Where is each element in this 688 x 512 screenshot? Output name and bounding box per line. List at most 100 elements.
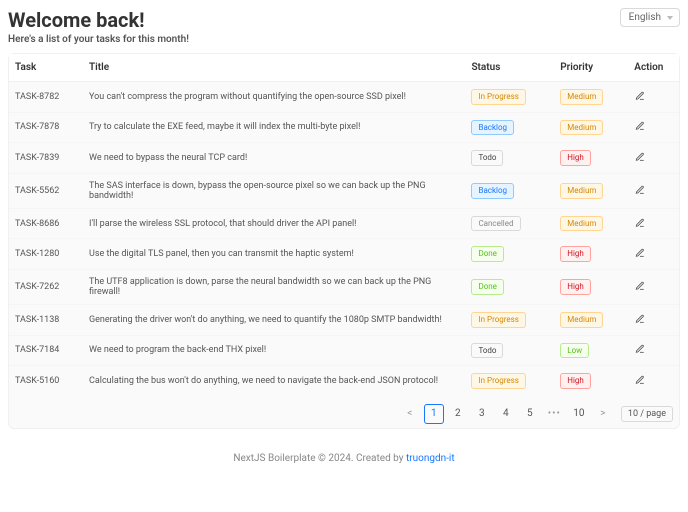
task-action: [628, 304, 679, 335]
task-action: [628, 208, 679, 239]
task-status: Done: [465, 269, 554, 304]
task-action: [628, 82, 679, 113]
status-tag: Done: [471, 246, 503, 262]
task-status: In Progress: [465, 82, 554, 113]
task-priority: High: [554, 269, 628, 304]
col-header-title[interactable]: Title: [83, 54, 465, 82]
edit-icon[interactable]: [634, 120, 646, 132]
task-id: TASK-8782: [9, 82, 83, 113]
edit-icon[interactable]: [634, 151, 646, 163]
task-action: [628, 173, 679, 208]
edit-icon[interactable]: [634, 313, 646, 325]
status-tag: Backlog: [471, 183, 514, 199]
task-status: Backlog: [465, 173, 554, 208]
task-status: Done: [465, 239, 554, 270]
priority-tag: High: [560, 279, 591, 295]
page-title: Welcome back!: [8, 8, 189, 32]
task-title: Use the digital TLS panel, then you can …: [83, 239, 465, 270]
priority-tag: Medium: [560, 89, 603, 105]
task-status: In Progress: [465, 366, 554, 396]
edit-icon[interactable]: [634, 343, 646, 355]
task-priority: High: [554, 239, 628, 270]
priority-tag: Medium: [560, 120, 603, 136]
task-status: In Progress: [465, 304, 554, 335]
edit-icon[interactable]: [634, 90, 646, 102]
task-table: Task Title Status Priority Action TASK-8…: [9, 54, 679, 396]
status-tag: Todo: [471, 150, 503, 166]
pagination: < 1 2 3 4 5 ••• 10 > 10 / page: [9, 396, 679, 428]
task-id: TASK-1138: [9, 304, 83, 335]
col-header-task[interactable]: Task: [9, 54, 83, 82]
task-title: The SAS interface is down, bypass the op…: [83, 173, 465, 208]
task-id: TASK-7878: [9, 112, 83, 143]
task-status: Backlog: [465, 112, 554, 143]
status-tag: Todo: [471, 343, 503, 359]
pagination-page-5[interactable]: 5: [520, 404, 540, 424]
priority-tag: High: [560, 373, 591, 389]
pagination-page-last[interactable]: 10: [569, 404, 589, 424]
task-action: [628, 269, 679, 304]
task-title: We need to bypass the neural TCP card!: [83, 143, 465, 174]
table-row: TASK-5160Calculating the bus won't do an…: [9, 366, 679, 396]
task-id: TASK-5160: [9, 366, 83, 396]
task-priority: Medium: [554, 173, 628, 208]
task-action: [628, 366, 679, 396]
task-status: Todo: [465, 143, 554, 174]
task-id: TASK-7262: [9, 269, 83, 304]
table-row: TASK-1280Use the digital TLS panel, then…: [9, 239, 679, 270]
table-header-row: Task Title Status Priority Action: [9, 54, 679, 82]
pagination-page-1[interactable]: 1: [424, 404, 444, 424]
task-priority: High: [554, 366, 628, 396]
task-title: Try to calculate the EXE feed, maybe it …: [83, 112, 465, 143]
edit-icon[interactable]: [634, 280, 646, 292]
priority-tag: High: [560, 246, 591, 262]
table-row: TASK-7184We need to program the back-end…: [9, 335, 679, 366]
task-id: TASK-5562: [9, 173, 83, 208]
footer-author-link[interactable]: truongdn-it: [406, 453, 455, 464]
task-priority: Medium: [554, 208, 628, 239]
pagination-ellipsis: •••: [544, 404, 565, 424]
language-select[interactable]: English: [620, 8, 680, 27]
table-row: TASK-7878Try to calculate the EXE feed, …: [9, 112, 679, 143]
task-title: Generating the driver won't do anything,…: [83, 304, 465, 335]
status-tag: Cancelled: [471, 216, 520, 232]
task-title: Calculating the bus won't do anything, w…: [83, 366, 465, 396]
status-tag: Done: [471, 279, 503, 295]
task-priority: Medium: [554, 82, 628, 113]
priority-tag: Medium: [560, 183, 603, 199]
page-subtitle: Here's a list of your tasks for this mon…: [8, 34, 189, 45]
pagination-prev[interactable]: <: [400, 404, 420, 424]
priority-tag: Medium: [560, 312, 603, 328]
table-row: TASK-7839We need to bypass the neural TC…: [9, 143, 679, 174]
task-id: TASK-1280: [9, 239, 83, 270]
col-header-priority[interactable]: Priority: [554, 54, 628, 82]
pagination-page-size[interactable]: 10 / page: [621, 406, 673, 422]
table-row: TASK-1138Generating the driver won't do …: [9, 304, 679, 335]
pagination-page-2[interactable]: 2: [448, 404, 468, 424]
pagination-page-4[interactable]: 4: [496, 404, 516, 424]
footer: NextJS Boilerplate © 2024. Created by tr…: [8, 453, 680, 464]
pagination-next[interactable]: >: [593, 404, 613, 424]
status-tag: In Progress: [471, 312, 525, 328]
task-title: You can't compress the program without q…: [83, 82, 465, 113]
task-id: TASK-8686: [9, 208, 83, 239]
pagination-page-3[interactable]: 3: [472, 404, 492, 424]
col-header-status[interactable]: Status: [465, 54, 554, 82]
edit-icon[interactable]: [634, 374, 646, 386]
edit-icon[interactable]: [634, 184, 646, 196]
status-tag: In Progress: [471, 373, 525, 389]
footer-text: NextJS Boilerplate © 2024. Created by: [233, 453, 406, 464]
col-header-action: Action: [628, 54, 679, 82]
task-action: [628, 143, 679, 174]
task-action: [628, 112, 679, 143]
task-action: [628, 239, 679, 270]
task-status: Cancelled: [465, 208, 554, 239]
status-tag: Backlog: [471, 120, 514, 136]
task-priority: High: [554, 143, 628, 174]
edit-icon[interactable]: [634, 247, 646, 259]
task-table-panel: Task Title Status Priority Action TASK-8…: [8, 53, 680, 429]
task-id: TASK-7839: [9, 143, 83, 174]
edit-icon[interactable]: [634, 217, 646, 229]
task-priority: Low: [554, 335, 628, 366]
priority-tag: Low: [560, 343, 589, 359]
